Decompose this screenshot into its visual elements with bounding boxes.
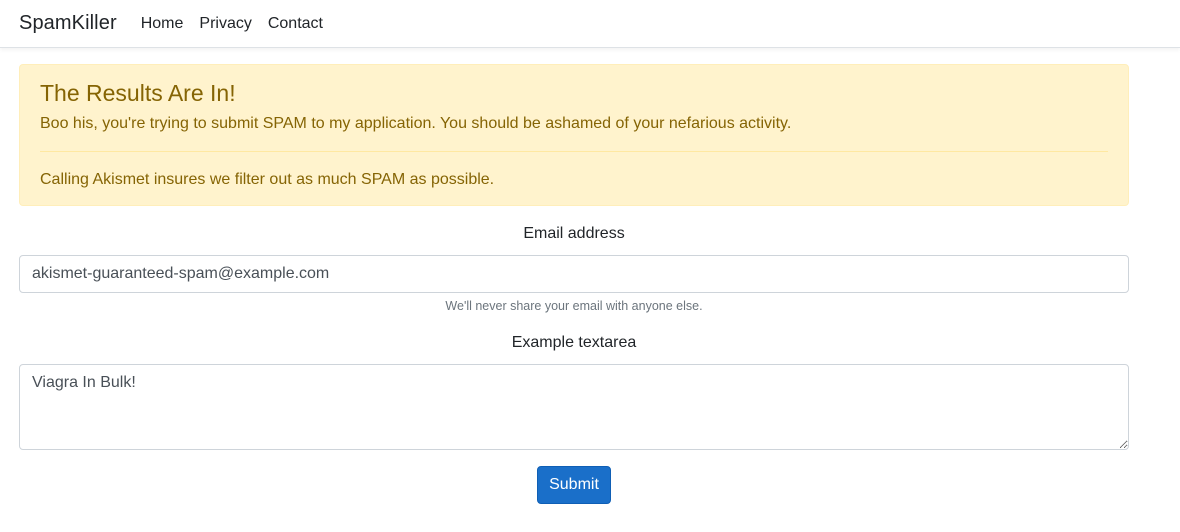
brand-link[interactable]: SpamKiller [19,12,117,35]
alert-footer: Calling Akismet insures we filter out as… [40,171,495,188]
email-label: Email address [523,225,625,242]
example-textarea[interactable]: Viagra In Bulk! [19,364,1129,450]
alert-heading: The Results Are In! [40,80,236,106]
nav-link-home[interactable]: Home [141,15,184,33]
alert-divider [40,151,1108,152]
results-alert: The Results Are In! Boo his, you're tryi… [19,64,1129,206]
textarea-label: Example textarea [511,334,637,351]
nav-link-privacy[interactable]: Privacy [199,15,251,33]
email-field[interactable] [19,255,1129,293]
submit-button[interactable]: Submit [537,466,611,504]
navbar: SpamKiller Home Privacy Contact [0,0,1180,48]
alert-message: Boo his, you're trying to submit SPAM to… [40,115,792,132]
email-help-text: We'll never share your email with anyone… [445,299,703,313]
nav-link-contact[interactable]: Contact [268,15,323,33]
